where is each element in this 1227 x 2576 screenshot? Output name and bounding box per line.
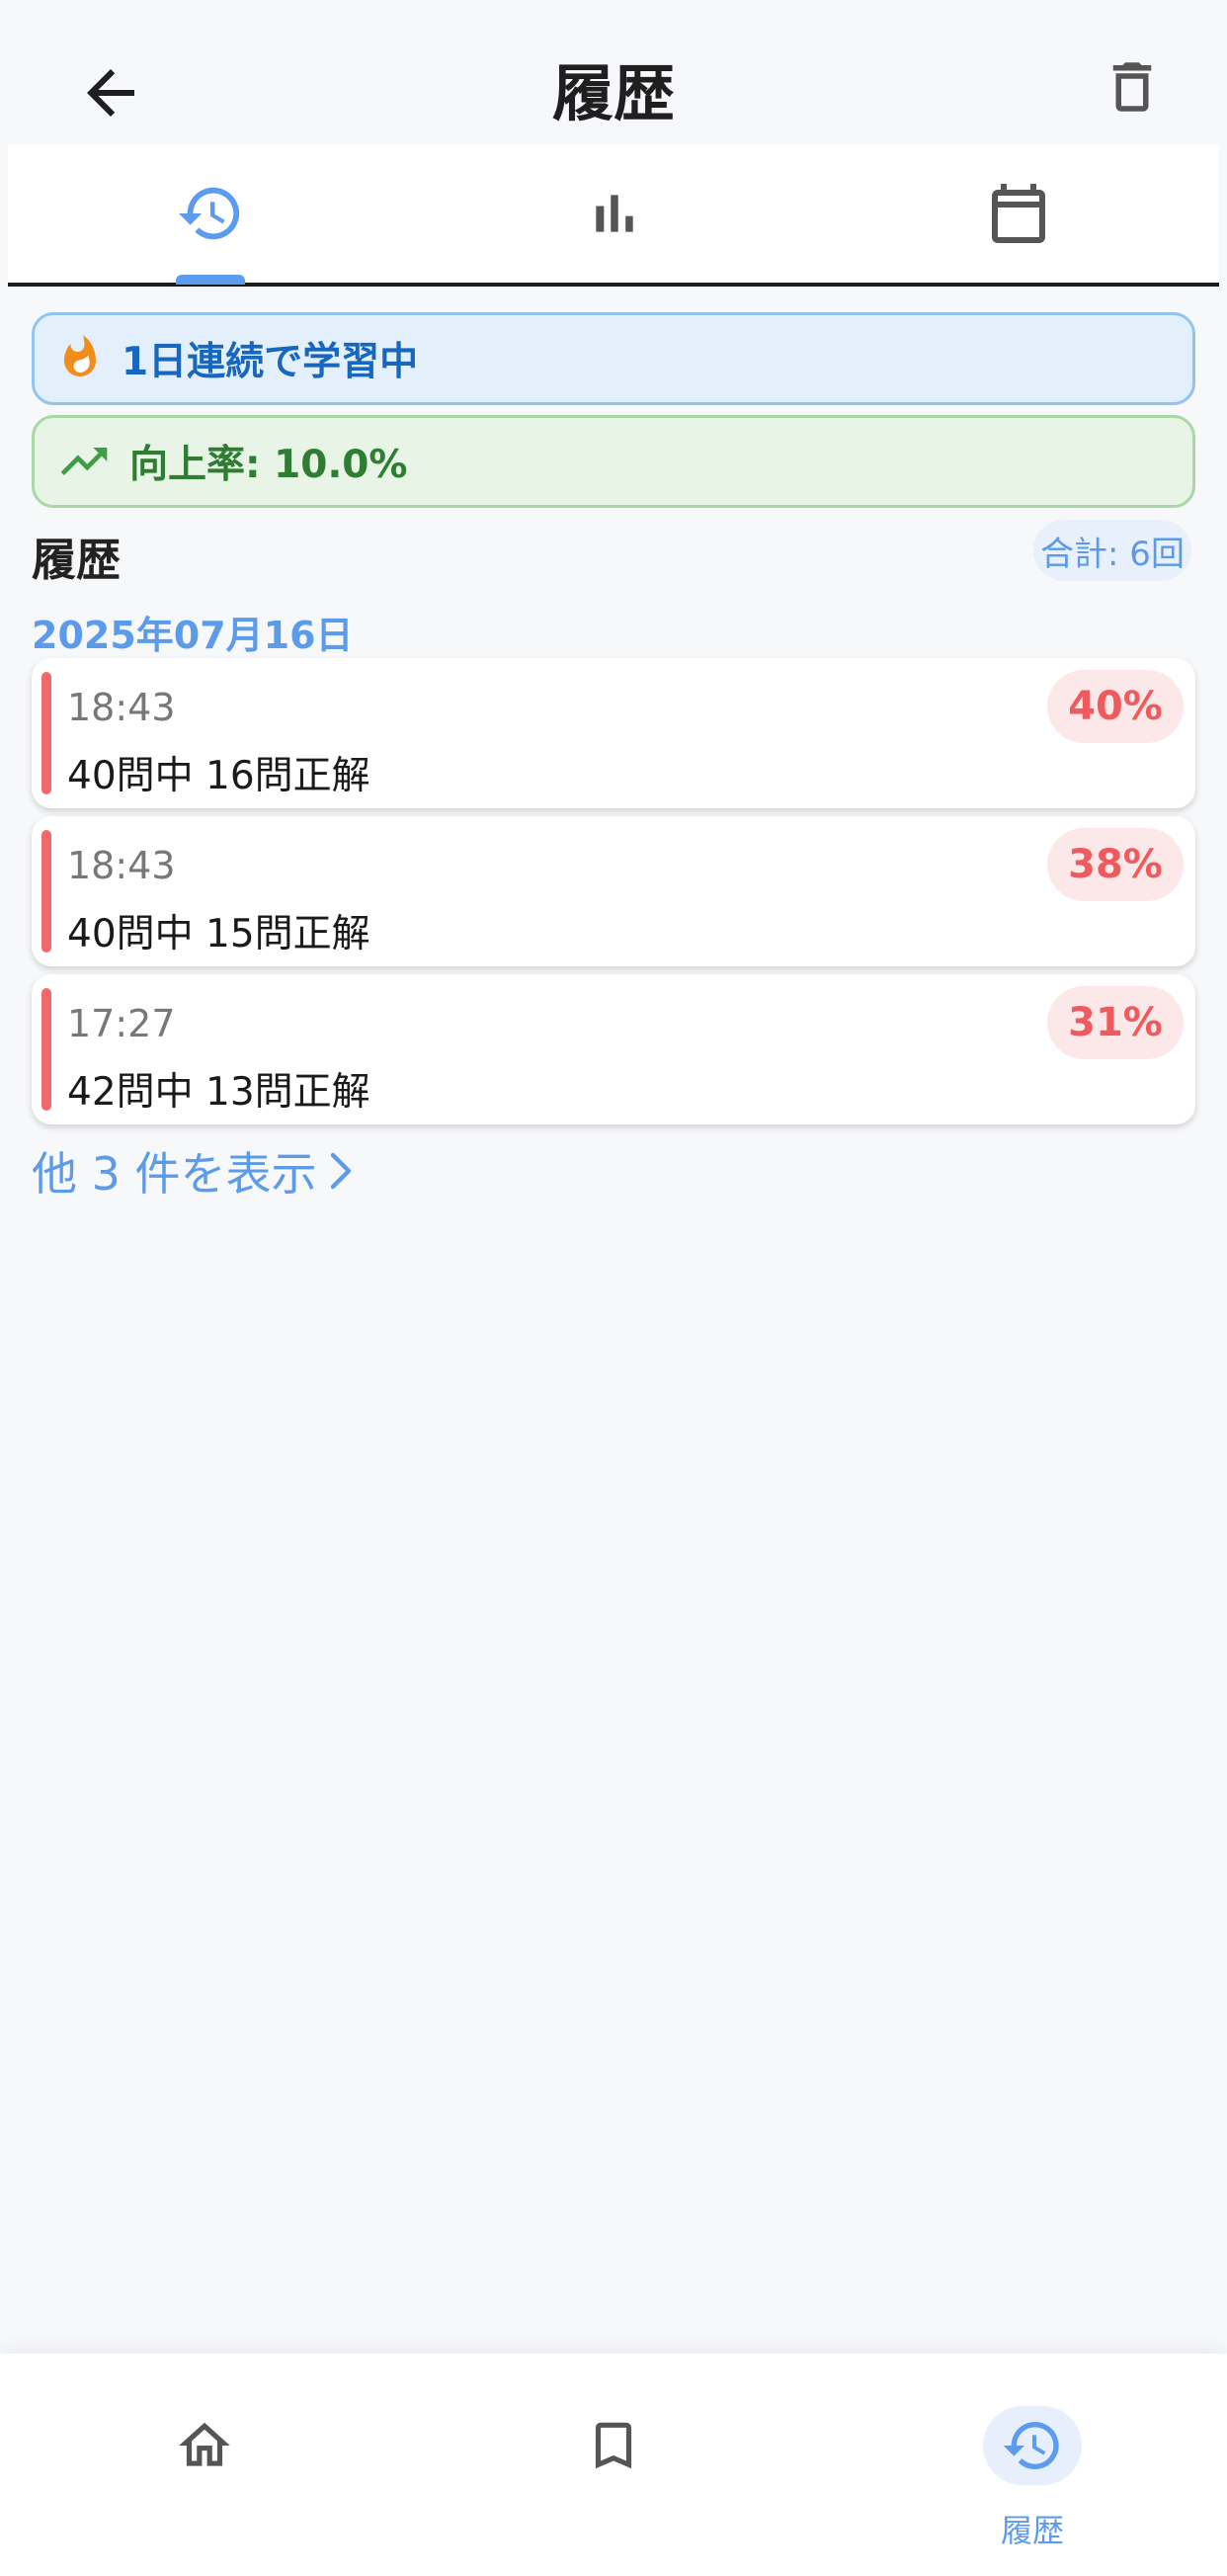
score-indicator-bar [41,830,51,953]
bar-chart-icon [595,195,633,232]
active-tab-indicator [176,275,245,285]
record-result: 42問中 13問正解 [67,1070,370,1115]
nav-home[interactable] [0,2354,409,2576]
page-title: 履歴 [551,57,675,129]
tab-history[interactable] [8,144,412,285]
score-percent-badge: 31% [1047,986,1184,1059]
streak-banner: 1日連続で学習中 [32,312,1195,405]
score-percent-badge: 38% [1047,828,1184,901]
improvement-text: 向上率: 10.0% [129,443,408,487]
score-indicator-bar [41,672,51,794]
tab-calendar[interactable] [816,144,1220,283]
score-indicator-bar [41,988,51,1111]
record-time: 18:43 [67,844,176,887]
history-record[interactable]: 17:27 42問中 13問正解 31% [32,974,1195,1124]
tab-statistics[interactable] [412,144,816,283]
calendar-icon [991,184,1045,243]
nav-bookmarks[interactable] [409,2354,818,2576]
home-icon [155,2406,254,2485]
score-percent-badge: 40% [1047,670,1184,743]
history-icon [983,2406,1082,2485]
fire-icon [64,335,96,376]
delete-history-button[interactable] [1093,47,1172,126]
history-record[interactable]: 18:43 40問中 16問正解 40% [32,658,1195,808]
history-record[interactable]: 18:43 40問中 15問正解 38% [32,816,1195,966]
app-bar: 履歴 [0,0,1227,144]
record-time: 17:27 [67,1002,176,1045]
date-group-label: 2025年07月16日 [32,614,354,657]
chevron-right-icon [327,1151,355,1191]
trending-up-icon [60,448,108,475]
total-count-badge: 合計: 6回 [1033,520,1191,581]
record-time: 18:43 [67,686,176,729]
nav-history[interactable]: 履歴 [818,2354,1227,2576]
nav-history-label: 履歴 [1000,2512,1064,2549]
show-more-link[interactable]: 他 3 件を表示 [32,1138,355,1204]
record-result: 40問中 15問正解 [67,912,370,956]
tab-bar [8,144,1219,287]
record-result: 40問中 16問正解 [67,754,370,798]
bottom-navigation: 履歴 [0,2354,1227,2576]
history-section-title: 履歴 [32,534,122,586]
bookmark-icon [564,2406,663,2485]
trash-icon [1112,62,1152,112]
history-icon [178,187,239,240]
streak-text: 1日連続で学習中 [122,340,419,384]
improvement-banner: 向上率: 10.0% [32,415,1195,508]
show-more-label: 他 3 件を表示 [32,1147,317,1201]
